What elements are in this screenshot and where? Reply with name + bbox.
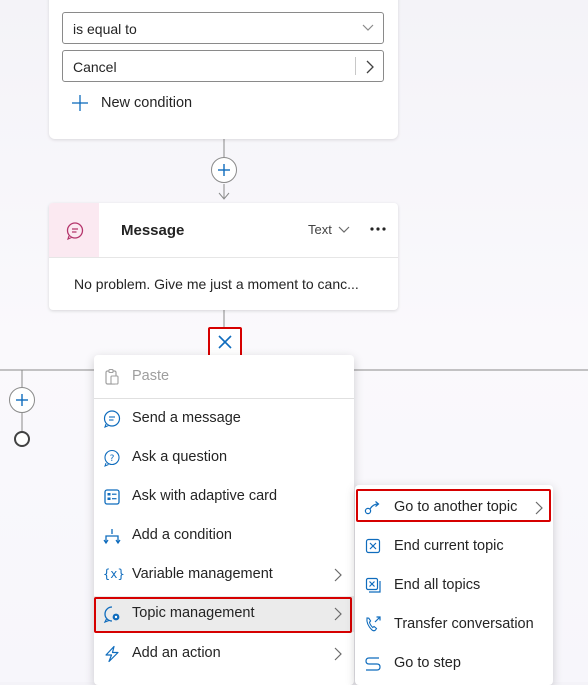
- paste-icon: [105, 368, 119, 385]
- end-node-circle: [14, 431, 30, 447]
- menu-item-label: Ask with adaptive card: [132, 488, 278, 504]
- chevron-right-icon[interactable]: [366, 60, 375, 74]
- message-node[interactable]: Message Text No problem. Give me just a …: [49, 203, 398, 310]
- chevron-right-icon: [334, 568, 342, 582]
- go-to-step-icon: [365, 657, 381, 671]
- new-condition-label: New condition: [101, 95, 193, 111]
- add-node-button[interactable]: [211, 157, 237, 183]
- add-icon: [72, 95, 88, 111]
- message-title: Message: [121, 222, 185, 239]
- add-node-button-left[interactable]: [9, 387, 35, 413]
- chevron-right-icon: [334, 647, 342, 661]
- menu-item-label: Variable management: [132, 566, 273, 582]
- message-header: Message Text: [49, 203, 398, 258]
- menu-divider: [94, 398, 354, 399]
- submenu-item-transfer-conversation[interactable]: Transfer conversation: [355, 605, 553, 641]
- menu-item-variable-management[interactable]: {x} Variable management: [94, 557, 354, 593]
- menu-item-paste[interactable]: Paste: [94, 359, 354, 395]
- submenu-item-label: Transfer conversation: [394, 616, 534, 632]
- add-icon: [218, 164, 230, 176]
- action-icon: [105, 645, 119, 663]
- more-icon: [370, 227, 386, 231]
- menu-item-label: Ask a question: [132, 449, 228, 465]
- operator-value: is equal to: [73, 21, 137, 37]
- more-options-button[interactable]: [368, 221, 388, 237]
- submenu-item-label: Go to step: [394, 655, 461, 671]
- submenu-item-label: End current topic: [394, 538, 504, 554]
- branch-icon: [103, 529, 121, 545]
- highlight-box: [94, 597, 352, 633]
- message-body-text: No problem. Give me just a moment to can…: [74, 276, 359, 292]
- transfer-icon: [366, 616, 381, 632]
- format-dropdown[interactable]: Text: [308, 222, 350, 237]
- svg-text:?: ?: [110, 454, 115, 464]
- question-icon: ?: [104, 449, 120, 467]
- operator-select[interactable]: is equal to: [62, 12, 384, 44]
- add-icon: [16, 394, 28, 406]
- topic-management-submenu: Go to another topic End current topic En…: [355, 485, 553, 685]
- new-condition-button[interactable]: New condition: [71, 94, 192, 112]
- menu-item-label: Send a message: [132, 410, 241, 426]
- chevron-down-icon: [338, 226, 350, 233]
- menu-item-ask-question[interactable]: ? Ask a question: [94, 440, 354, 476]
- message-icon: [103, 410, 121, 428]
- message-icon: [66, 222, 84, 240]
- context-menu: Paste Send a message ? Ask a question As…: [94, 355, 354, 685]
- message-icon-box: [49, 203, 99, 257]
- submenu-item-go-to-step[interactable]: Go to step: [355, 644, 553, 680]
- variable-icon: {x}: [103, 567, 125, 581]
- highlight-box: [208, 327, 242, 357]
- close-menu-button[interactable]: [208, 327, 242, 357]
- highlight-box: [356, 489, 551, 522]
- adaptive-card-icon: [104, 489, 120, 505]
- value-text: Cancel: [73, 59, 117, 75]
- menu-item-label: Add an action: [132, 645, 221, 661]
- value-input[interactable]: Cancel: [62, 50, 384, 82]
- chevron-down-icon: [362, 24, 374, 31]
- submenu-item-end-current-topic[interactable]: End current topic: [355, 527, 553, 563]
- submenu-item-label: End all topics: [394, 577, 481, 593]
- menu-item-add-action[interactable]: Add an action: [94, 636, 354, 672]
- condition-card: is equal to Cancel New condition: [49, 0, 398, 139]
- submenu-item-end-all-topics[interactable]: End all topics: [355, 566, 553, 602]
- menu-item-add-condition[interactable]: Add a condition: [94, 518, 354, 554]
- menu-item-label: Paste: [132, 368, 170, 384]
- format-label: Text: [308, 222, 332, 237]
- menu-item-send-message[interactable]: Send a message: [94, 401, 354, 437]
- end-topic-icon: [365, 538, 381, 554]
- menu-item-adaptive-card[interactable]: Ask with adaptive card: [94, 479, 354, 515]
- end-all-icon: [365, 577, 381, 593]
- menu-item-label: Add a condition: [132, 527, 232, 543]
